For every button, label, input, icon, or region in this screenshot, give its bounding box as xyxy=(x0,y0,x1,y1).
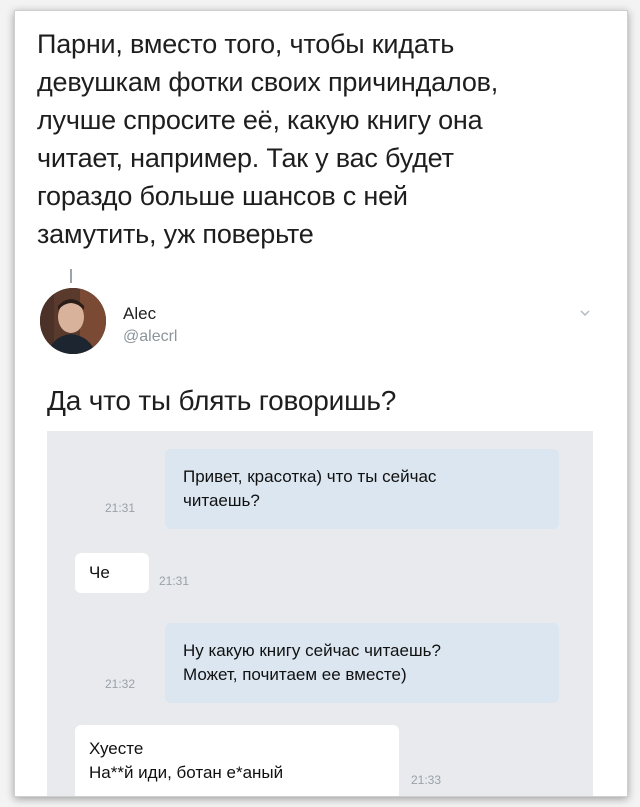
message-bubble: Че xyxy=(75,553,149,593)
message-bubble: Привет, красотка) что ты сейчас читаешь? xyxy=(165,449,559,529)
thread-connector-line xyxy=(70,269,72,283)
message-time: 21:33 xyxy=(411,773,442,787)
reply-text: Да что ты блять говоришь? xyxy=(47,385,397,416)
author-name[interactable]: Alec xyxy=(123,304,156,324)
message-time: 21:31 xyxy=(105,501,136,515)
chevron-down-icon[interactable] xyxy=(579,307,591,319)
avatar[interactable] xyxy=(40,288,106,354)
user-photo-icon xyxy=(40,288,106,354)
author-handle[interactable]: @alecrl xyxy=(123,328,177,346)
message-bubble: Ну какую книгу сейчас читаешь? Может, по… xyxy=(165,623,559,703)
chat-screenshot: Привет, красотка) что ты сейчас читаешь?… xyxy=(47,431,593,796)
message-time: 21:32 xyxy=(105,677,136,691)
message-time: 21:31 xyxy=(159,574,190,588)
tweet-text: Парни, вместо того, чтобы кидать девушка… xyxy=(37,29,499,249)
meme-frame: Парни, вместо того, чтобы кидать девушка… xyxy=(14,10,628,797)
message-bubble: Хуесте На**й иди, ботан е*аный xyxy=(75,725,399,796)
